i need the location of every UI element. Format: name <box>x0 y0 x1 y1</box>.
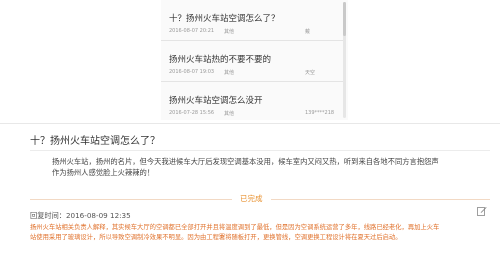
list-scrollbar[interactable] <box>343 2 346 118</box>
list-item-user: 天空 <box>305 70 316 76</box>
list-item[interactable]: 扬州火车站热的不要不要的 2016-08-07 19:03 其他 天空 <box>161 41 343 82</box>
list-item-title[interactable]: 扬州火车站热的不要不要的 <box>169 53 271 65</box>
list-item-category: 其他 <box>224 70 235 76</box>
list-item-date: 2016-08-07 20:21 <box>169 28 215 34</box>
status-badge: 已完成 <box>232 193 271 205</box>
reply-body: 扬州火车站相关负责人解释，其实候车大厅的空调都已全部打开并且将温度调到了最低，但… <box>30 223 492 243</box>
question-list-panel: 十？扬州火车站空调怎么了？ 2016-08-07 20:21 其他 戴 扬州火车… <box>161 0 348 120</box>
list-item-meta: 2016-08-07 20:21 其他 戴 <box>169 28 339 36</box>
list-item-date: 2016-08-07 19:03 <box>169 69 215 75</box>
question-body: 扬州火车站，扬州的名片，但今天我进候车大厅后发现空调基本没用，候车室内又闷又热，… <box>52 156 482 178</box>
list-item-date: 2016-07-28 15:56 <box>169 110 215 116</box>
list-item-meta: 2016-07-28 15:56 其他 139****218 <box>169 110 339 118</box>
list-item-category: 其他 <box>224 29 235 35</box>
list-item-user: 139****218 <box>305 110 335 116</box>
list-item-user: 戴 <box>305 29 311 35</box>
title-divider <box>30 150 490 151</box>
reply-time: 回复时间：2016-08-09 12:35 <box>30 211 131 220</box>
scrollbar-thumb[interactable] <box>343 2 346 36</box>
list-item[interactable]: 十？扬州火车站空调怎么了？ 2016-08-07 20:21 其他 戴 <box>161 0 343 41</box>
question-body-line: 作为扬州人感觉脸上火辣辣的！ <box>52 168 155 177</box>
question-body-line: 扬州火车站，扬州的名片，但今天我进候车大厅后发现空调基本没用，候车室内又闷又热，… <box>52 157 439 166</box>
question-title: 十？扬州火车站空调怎么了？ <box>30 136 160 147</box>
list-item[interactable]: 扬州火车站空调怎么没开 2016-07-28 15:56 其他 139****2… <box>161 82 343 120</box>
list-item-category: 其他 <box>224 111 235 117</box>
list-item-meta: 2016-08-07 19:03 其他 天空 <box>169 69 339 77</box>
question-detail-panel: 十？扬州火车站空调怎么了？ 扬州火车站，扬州的名片，但今天我进候车大厅后发现空调… <box>0 123 500 258</box>
list-item-title[interactable]: 扬州火车站空调怎么没开 <box>169 94 263 106</box>
list-item-title[interactable]: 十？扬州火车站空调怎么了？ <box>169 12 280 24</box>
reply-body-line: 扬州火车站相关负责人解释，其实候车大厅的空调都已全部打开并且将温度调到了最低，但… <box>30 224 440 231</box>
reply-body-line: 站使用采用了玻璃设计，所以导致空调制冷效果不明显。因为由工程署将随板打开，更换管… <box>30 234 402 241</box>
edit-icon[interactable] <box>477 201 487 216</box>
